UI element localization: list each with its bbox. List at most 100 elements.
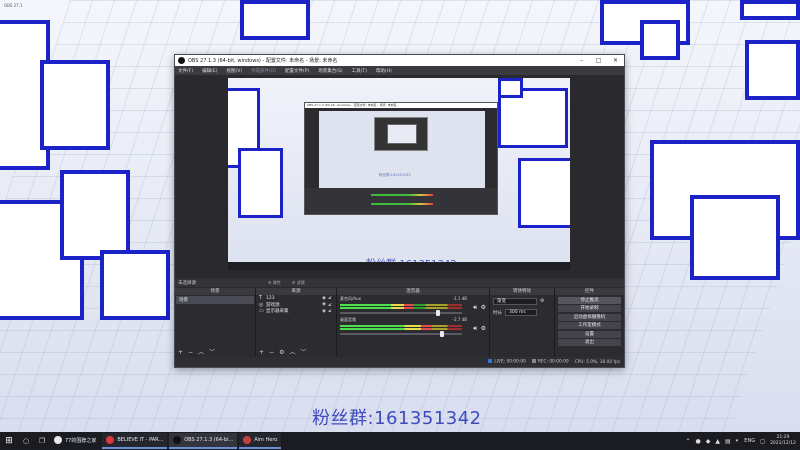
- source-name: 123: [266, 295, 275, 301]
- start-recording-button[interactable]: 开始录制: [558, 305, 621, 312]
- menu-edit[interactable]: 编辑(E): [202, 68, 217, 74]
- taskbar-app[interactable]: Aim Hero: [239, 433, 282, 449]
- close-icon[interactable]: ✕: [607, 55, 624, 66]
- no-source-label: 未选择源: [178, 280, 196, 286]
- app-label: BELIEVE IT - PAR...: [117, 437, 164, 443]
- meter-fill: [340, 304, 414, 306]
- source-settings-icon[interactable]: ⚙: [279, 349, 284, 357]
- source-name: 显示器采集: [266, 309, 289, 315]
- settings-button[interactable]: 设置: [558, 330, 621, 338]
- volume-slider[interactable]: [340, 310, 462, 316]
- filters-button[interactable]: ⚙ 滤镜: [289, 280, 308, 286]
- exit-button[interactable]: 退出: [558, 339, 621, 346]
- block-right-cube: [745, 40, 800, 100]
- menu-file[interactable]: 文件(F): [178, 68, 193, 74]
- clock[interactable]: 21:29 2021/12/12: [770, 435, 796, 447]
- transitions-header: 转场特效: [490, 288, 554, 295]
- properties-button[interactable]: ⚙ 属性: [265, 280, 284, 286]
- remove-scene-button[interactable]: −: [188, 349, 193, 357]
- gear-icon[interactable]: ⚙: [481, 325, 486, 332]
- lock-icon[interactable]: 🔓︎: [327, 308, 333, 314]
- speaker-icon[interactable]: 🔊︎: [473, 304, 477, 312]
- network-icon[interactable]: ▤: [725, 438, 731, 445]
- nested-preview: 粉丝群:161351342: [319, 111, 485, 189]
- tray-app-icon[interactable]: ◆: [706, 438, 711, 445]
- slider-knob[interactable]: [440, 331, 445, 337]
- transition-gear-icon[interactable]: ⚙: [540, 297, 544, 305]
- virtual-camera-button[interactable]: 启动虚拟摄像机: [558, 313, 621, 321]
- speaker-icon[interactable]: 🔊︎: [473, 325, 477, 333]
- preview-canvas[interactable]: OBS 27.1.3 (64-bit, windows) - 配置文件: 未命名…: [228, 78, 570, 270]
- source-item[interactable]: ◎ 游戏源 ◉ 🔓︎: [256, 302, 336, 309]
- scenes-panel: 场景 场景 + − ︿ ﹀: [175, 288, 255, 357]
- app-icon: [173, 436, 182, 444]
- windows-taskbar: ⊞ ○ ❐ 77的围脖之家 BELIEVE IT - PAR... OBS 27…: [0, 432, 800, 450]
- obs-logo-icon: [178, 57, 185, 64]
- taskbar-app[interactable]: 77的围脖之家: [50, 433, 100, 449]
- audio-meter: [340, 325, 462, 327]
- live-time: LIVE: 00:00:00: [494, 359, 526, 365]
- audio-meter: [340, 304, 462, 306]
- window-title: OBS 27.1.3 (64-bit, windows) - 配置文件: 未命名…: [188, 58, 338, 64]
- taskbar-app[interactable]: OBS 27.1.3 (64-bi...: [169, 433, 238, 449]
- volume-slider[interactable]: [340, 331, 462, 337]
- preview-block-top: [498, 78, 523, 98]
- nested-fan-text: 粉丝群:161351342: [379, 173, 411, 177]
- obs-window[interactable]: OBS 27.1.3 (64-bit, windows) - 配置文件: 未命名…: [174, 54, 625, 368]
- move-up-icon[interactable]: ︿: [289, 349, 295, 357]
- source-item[interactable]: ▭ 显示器采集 ◉ 🔓︎: [256, 308, 336, 315]
- app-icon: [106, 436, 115, 444]
- transition-select[interactable]: 渐变: [493, 297, 537, 305]
- volume-icon[interactable]: 🔈︎: [736, 437, 740, 445]
- taskbar-app[interactable]: BELIEVE IT - PAR...: [102, 433, 168, 449]
- sources-panel: 来源 T 123 ◉ 🔓︎ ◎ 游戏源 ◉ 🔓︎ ▭ 显示器采集 ◉ 🔓︎ +: [256, 288, 336, 357]
- remove-source-button[interactable]: −: [269, 349, 274, 357]
- app-label: Aim Hero: [254, 437, 278, 443]
- notification-icon[interactable]: ◻: [760, 438, 765, 445]
- tray-app-icon[interactable]: ●: [696, 438, 701, 445]
- monitor-icon: ▭: [259, 308, 264, 315]
- lock-icon[interactable]: 🔓︎: [327, 302, 333, 308]
- meter-fill: [340, 325, 432, 327]
- fan-group-overlay: 粉丝群:161351342: [312, 408, 482, 429]
- move-up-icon[interactable]: ︿: [198, 349, 204, 357]
- add-source-button[interactable]: +: [259, 349, 264, 357]
- source-item[interactable]: T 123 ◉ 🔓︎: [256, 295, 336, 302]
- tray-app-icon[interactable]: ▲: [715, 438, 720, 445]
- duration-input[interactable]: 300 ms: [505, 309, 537, 316]
- gear-icon[interactable]: ⚙: [481, 304, 486, 311]
- move-down-icon[interactable]: ﹀: [209, 349, 215, 357]
- mixer-panel: 混音器 麦克风/Aux -1.1 dB 🔊︎ ⚙ 桌面音频 -2.7 dB 🔊︎…: [337, 288, 489, 357]
- clock-date: 2021/12/12: [770, 441, 796, 446]
- menu-scene-collection[interactable]: 场景集合(S): [318, 68, 342, 74]
- studio-mode-button[interactable]: 工作室模式: [558, 322, 621, 329]
- lock-icon[interactable]: 🔓︎: [327, 295, 333, 301]
- mixer-track: 麦克风/Aux -1.1 dB 🔊︎ ⚙: [337, 295, 489, 316]
- move-down-icon[interactable]: ﹀: [300, 349, 306, 357]
- block-left-mid: [40, 60, 110, 150]
- stop-streaming-button[interactable]: 停止推流: [558, 296, 621, 304]
- chevron-up-icon[interactable]: ⌃: [685, 438, 690, 445]
- menu-tools[interactable]: 工具(T): [352, 68, 367, 74]
- scene-item[interactable]: 场景: [176, 296, 254, 304]
- menu-view[interactable]: 视图(V): [226, 68, 242, 74]
- task-view-icon[interactable]: ❐: [34, 432, 50, 450]
- properties-label: 属性: [272, 279, 281, 285]
- controls-panel: 控件 停止推流 开始录制 启动虚拟摄像机 工作室模式 设置 退出: [555, 288, 624, 357]
- minimize-icon[interactable]: –: [573, 55, 590, 66]
- menu-help[interactable]: 帮助(H): [376, 68, 392, 74]
- obs-titlebar[interactable]: OBS 27.1.3 (64-bit, windows) - 配置文件: 未命名…: [175, 55, 624, 66]
- nested-meter-2: [371, 203, 433, 205]
- nested-obs-window: OBS 27.1.3 (64-bit, windows) - 配置文件: 未命名…: [304, 102, 498, 215]
- add-scene-button[interactable]: +: [178, 349, 183, 357]
- menu-docks[interactable]: 停靠部件(D): [251, 68, 276, 74]
- menu-profile[interactable]: 配置文件(P): [285, 68, 309, 74]
- rec-indicator-icon: [531, 359, 536, 364]
- duration-row: 时长 300 ms: [490, 307, 554, 318]
- language-indicator[interactable]: ENG: [744, 438, 755, 444]
- meter-fill: [340, 328, 432, 330]
- search-icon[interactable]: ○: [18, 432, 34, 450]
- windows-start-icon[interactable]: ⊞: [0, 432, 18, 450]
- maximize-icon[interactable]: □: [590, 55, 607, 66]
- scenes-header: 场景: [175, 288, 255, 295]
